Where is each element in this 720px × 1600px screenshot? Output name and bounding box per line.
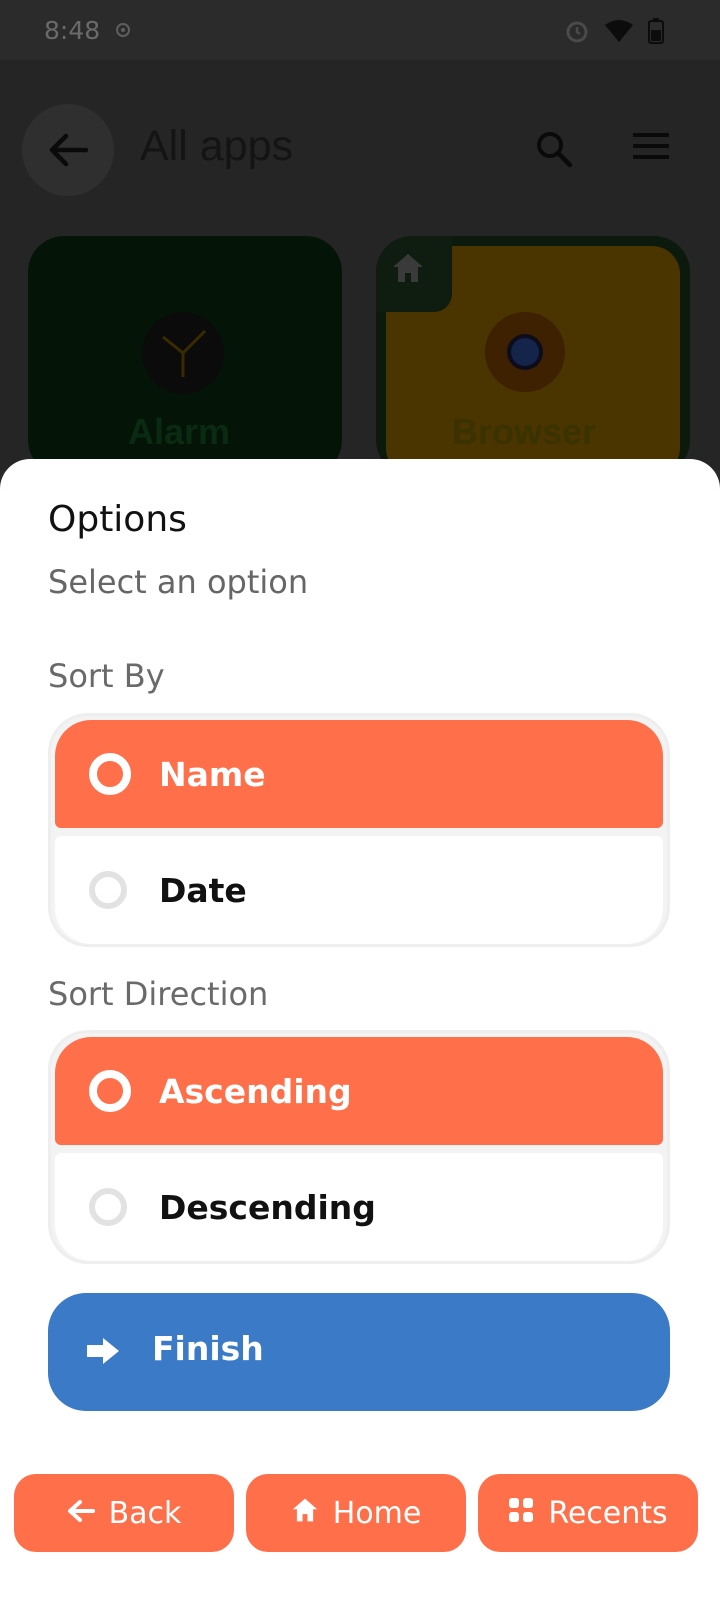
arrow-right-icon <box>86 1337 120 1369</box>
sort-direction-label: Sort Direction <box>48 975 269 1013</box>
menu-icon[interactable] <box>633 132 669 164</box>
nav-back-button[interactable]: Back <box>14 1474 234 1552</box>
arrow-left-icon <box>67 1496 95 1531</box>
sheet-title: Options <box>48 499 187 540</box>
option-label: Name <box>159 754 266 794</box>
back-arrow-icon <box>48 132 89 172</box>
option-descending[interactable]: Descending <box>55 1153 663 1261</box>
option-label: Date <box>159 870 247 910</box>
sort-by-group: Name Date <box>48 713 670 947</box>
clock-icon <box>141 311 225 399</box>
sort-by-label: Sort By <box>48 657 165 695</box>
app-label: Browser <box>452 411 597 452</box>
page-title: All apps <box>140 122 293 170</box>
browser-icon <box>484 311 566 397</box>
alarm-status-icon <box>564 18 590 48</box>
home-badge <box>376 236 452 312</box>
radio-selected-icon <box>89 1070 131 1112</box>
nav-recents-button[interactable]: Recents <box>478 1474 698 1552</box>
wifi-icon <box>604 19 634 47</box>
options-sheet: Options Select an option Sort By Name Da… <box>0 459 720 1600</box>
status-time: 8:48 <box>44 16 101 45</box>
option-name[interactable]: Name <box>55 720 663 828</box>
search-icon[interactable] <box>535 130 573 172</box>
status-bar: 8:48 <box>0 0 720 60</box>
app-bar: All apps <box>0 60 720 240</box>
finish-button[interactable]: Finish <box>48 1293 670 1411</box>
nav-home-button[interactable]: Home <box>246 1474 466 1552</box>
option-date[interactable]: Date <box>55 836 663 944</box>
option-label: Ascending <box>159 1071 352 1111</box>
nav-home-label: Home <box>332 1495 422 1531</box>
finish-label: Finish <box>152 1329 264 1368</box>
radio-selected-icon <box>89 753 131 795</box>
grid-icon <box>508 1496 534 1531</box>
option-ascending[interactable]: Ascending <box>55 1037 663 1145</box>
nav-recents-label: Recents <box>548 1495 668 1531</box>
location-icon <box>113 20 133 44</box>
sort-direction-group: Ascending Descending <box>48 1030 670 1264</box>
radio-unselected-icon <box>89 871 127 909</box>
sheet-subtitle: Select an option <box>48 563 309 601</box>
home-icon <box>291 1496 319 1531</box>
option-label: Descending <box>159 1187 376 1227</box>
app-tile-alarm[interactable]: Alarm <box>28 236 342 476</box>
radio-unselected-icon <box>89 1188 127 1226</box>
app-label: Alarm <box>128 411 231 452</box>
battery-icon <box>648 18 664 48</box>
nav-back-label: Back <box>108 1495 182 1531</box>
home-icon <box>391 252 425 288</box>
